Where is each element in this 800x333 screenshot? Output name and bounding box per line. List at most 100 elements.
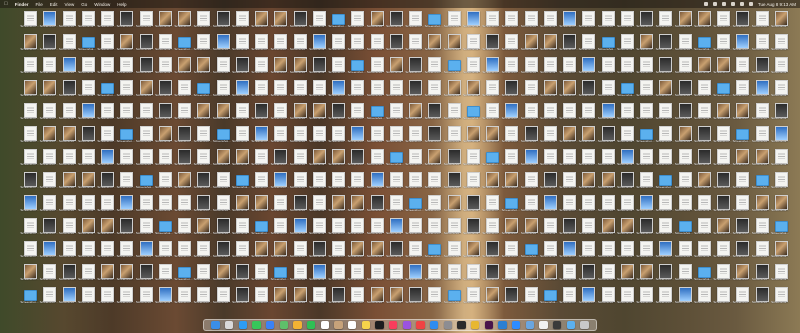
desktop-file-icon[interactable]: Screenshot… (116, 240, 135, 263)
desktop-file-icon[interactable]: Screenshot… (636, 263, 655, 286)
desktop-file-icon[interactable]: Screenshot… (367, 33, 386, 56)
desktop-file-icon[interactable]: Screenshot… (155, 194, 174, 217)
desktop-file-icon[interactable]: Screenshot… (482, 10, 501, 33)
desktop-file-icon[interactable]: Screenshot… (482, 102, 501, 125)
desktop-file-icon[interactable]: Screenshot… (174, 102, 193, 125)
desktop-file-icon[interactable]: Screenshot… (540, 171, 559, 194)
desktop-file-icon[interactable]: Screenshot… (578, 102, 597, 125)
desktop-file-icon[interactable]: Screenshot… (752, 240, 771, 263)
desktop-file-icon[interactable]: Screenshot… (193, 240, 212, 263)
desktop-file-icon[interactable]: Screenshot… (636, 286, 655, 309)
desktop-file-icon[interactable]: Screenshot… (97, 56, 116, 79)
desktop-file-icon[interactable]: Screenshot… (732, 217, 751, 240)
desktop-file-icon[interactable]: Screenshot… (405, 240, 424, 263)
desktop-file-icon[interactable]: Screenshot… (732, 263, 751, 286)
desktop-file-icon[interactable]: Screenshot… (347, 286, 366, 309)
desktop-file-icon[interactable]: Screenshot… (540, 33, 559, 56)
desktop-file-icon[interactable]: Screenshot… (20, 263, 39, 286)
desktop-file-icon[interactable]: Screenshot… (463, 286, 482, 309)
music-icon[interactable] (388, 320, 398, 330)
desktop-file-icon[interactable]: Screenshot… (367, 217, 386, 240)
desktop-file-icon[interactable]: Screenshot… (424, 10, 443, 33)
desktop-file-icon[interactable]: Screenshot… (270, 148, 289, 171)
desktop-file-icon[interactable]: Screenshot… (617, 217, 636, 240)
desktop-file-icon[interactable]: Screenshot… (20, 240, 39, 263)
desktop-file-icon[interactable]: Screenshot… (732, 171, 751, 194)
desktop-file-icon[interactable]: Screenshot… (424, 240, 443, 263)
maps-icon[interactable] (279, 320, 289, 330)
desktop-file-icon[interactable]: Screenshot… (540, 194, 559, 217)
desktop-file-icon[interactable]: Screenshot… (309, 194, 328, 217)
desktop-file-icon[interactable]: Screenshot… (598, 171, 617, 194)
desktop-file-icon[interactable]: Screenshot… (116, 194, 135, 217)
desktop-file-icon[interactable]: Screenshot… (78, 171, 97, 194)
desktop-file-icon[interactable]: Screenshot… (97, 125, 116, 148)
desktop-file-icon[interactable]: Screenshot… (482, 79, 501, 102)
desktop-file-icon[interactable]: Screenshot… (136, 102, 155, 125)
reminders-icon[interactable] (347, 320, 357, 330)
desktop-file-icon[interactable]: Screenshot… (540, 148, 559, 171)
desktop-file-icon[interactable]: Screenshot… (59, 194, 78, 217)
desktop-file-icon[interactable]: Screenshot… (20, 79, 39, 102)
menu-finder[interactable]: Finder (15, 2, 29, 7)
desktop-file-icon[interactable]: Screenshot… (578, 263, 597, 286)
tv-icon[interactable] (375, 320, 384, 330)
desktop-file-icon[interactable]: Screenshot… (347, 102, 366, 125)
desktop-file-icon[interactable]: Screenshot… (270, 217, 289, 240)
desktop-file-icon[interactable]: Screenshot… (559, 194, 578, 217)
desktop-file-icon[interactable]: Screenshot… (482, 125, 501, 148)
news-icon[interactable] (416, 320, 425, 330)
desktop-file-icon[interactable]: Screenshot… (655, 102, 674, 125)
preview-icon[interactable] (525, 320, 535, 330)
desktop-file-icon[interactable]: Screenshot… (232, 240, 251, 263)
desktop-file-icon[interactable]: Screenshot… (444, 79, 463, 102)
desktop-file-icon[interactable]: Screenshot… (97, 240, 116, 263)
desktop-file-icon[interactable]: Screenshot… (386, 102, 405, 125)
desktop-file-icon[interactable]: Screenshot… (367, 10, 386, 33)
desktop-file-icon[interactable]: Screenshot… (463, 33, 482, 56)
desktop-file-icon[interactable]: Screenshot… (482, 240, 501, 263)
podcasts-icon[interactable] (402, 320, 412, 330)
desktop-file-icon[interactable]: Screenshot… (463, 194, 482, 217)
desktop-file-icon[interactable]: Screenshot… (598, 194, 617, 217)
desktop-file-icon[interactable]: Screenshot… (617, 10, 636, 33)
desktop-file-icon[interactable]: Screenshot… (136, 194, 155, 217)
desktop-file-icon[interactable]: Screenshot… (251, 194, 270, 217)
desktop-file-icon[interactable]: Screenshot… (636, 240, 655, 263)
desktop-file-icon[interactable]: Screenshot… (39, 171, 58, 194)
desktop-file-icon[interactable]: Screenshot… (405, 263, 424, 286)
desktop-file-icon[interactable]: Screenshot… (617, 102, 636, 125)
desktop-file-icon[interactable]: Screenshot… (386, 125, 405, 148)
desktop-file-icon[interactable]: Screenshot… (386, 10, 405, 33)
desktop-file-icon[interactable]: Screenshot… (78, 194, 97, 217)
desktop-file-icon[interactable]: Screenshot… (521, 10, 540, 33)
desktop-file-icon[interactable]: Screenshot… (675, 10, 694, 33)
desktop-file-icon[interactable]: Screenshot… (20, 102, 39, 125)
desktop-file-icon[interactable]: Screenshot… (270, 56, 289, 79)
desktop-file-icon[interactable]: Screenshot… (598, 263, 617, 286)
desktop-file-icon[interactable]: Screenshot… (116, 33, 135, 56)
desktop-file-icon[interactable]: Screenshot… (482, 194, 501, 217)
clock[interactable]: Tue Aug 8 9:13 AM (758, 2, 796, 7)
desktop-file-icon[interactable]: Screenshot… (174, 56, 193, 79)
desktop-file-icon[interactable]: Screenshot… (232, 56, 251, 79)
desktop-file-icon[interactable]: Screenshot… (636, 10, 655, 33)
desktop-file-icon[interactable]: Screenshot… (752, 286, 771, 309)
desktop-file-icon[interactable]: Screenshot… (752, 171, 771, 194)
desktop-file-icon[interactable]: Screenshot… (155, 10, 174, 33)
desktop-file-icon[interactable]: Screenshot… (155, 240, 174, 263)
desktop-file-icon[interactable]: Screenshot… (655, 171, 674, 194)
desktop-file-icon[interactable]: Screenshot… (617, 56, 636, 79)
desktop-file-icon[interactable]: Screenshot… (578, 79, 597, 102)
desktop-file-icon[interactable]: Screenshot… (193, 286, 212, 309)
desktop-file-icon[interactable]: Screenshot… (367, 125, 386, 148)
desktop-file-icon[interactable]: Screenshot… (521, 56, 540, 79)
desktop-file-icon[interactable]: Screenshot… (213, 217, 232, 240)
desktop-file-icon[interactable]: Screenshot… (347, 217, 366, 240)
desktop-file-icon[interactable]: Screenshot… (655, 125, 674, 148)
desktop-file-icon[interactable]: Screenshot… (598, 217, 617, 240)
desktop-file-icon[interactable]: Screenshot… (521, 263, 540, 286)
desktop-file-icon[interactable]: Screenshot… (347, 171, 366, 194)
desktop-file-icon[interactable]: Screenshot… (347, 79, 366, 102)
desktop-file-icon[interactable]: Screenshot… (675, 102, 694, 125)
